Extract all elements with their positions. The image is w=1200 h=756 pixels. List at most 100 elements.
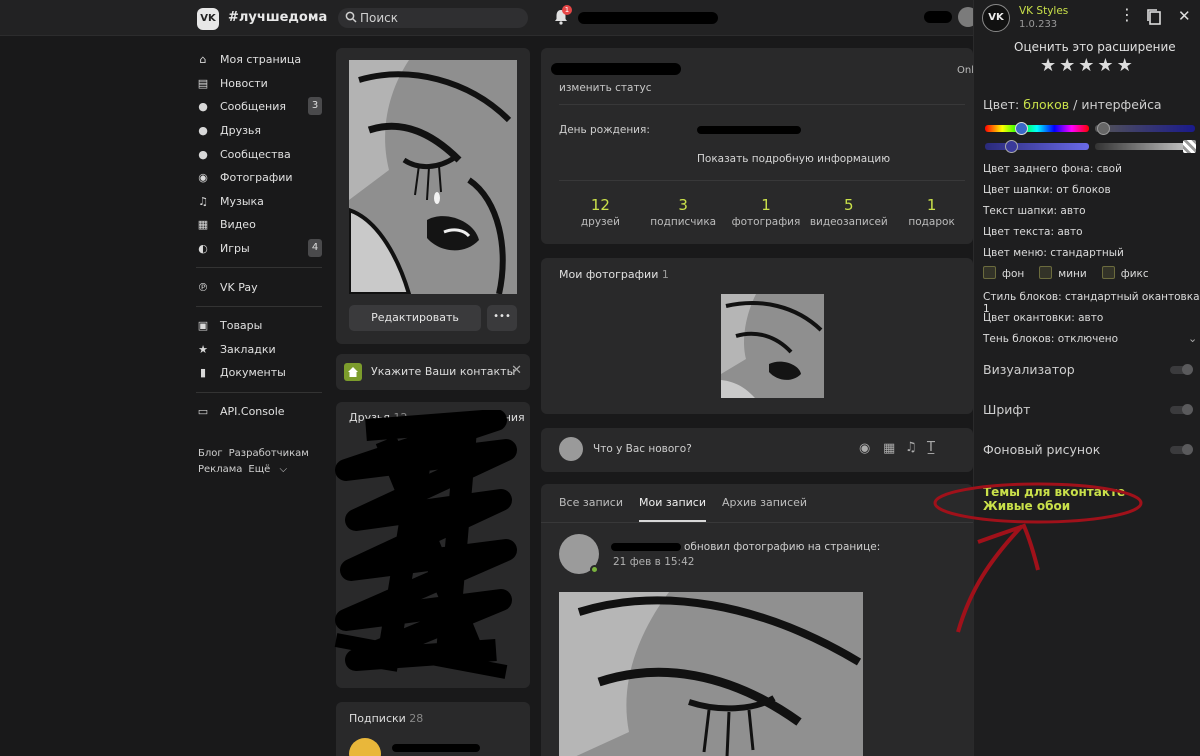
slider-handle[interactable] <box>1183 140 1196 153</box>
post-time[interactable]: 21 фев в 15:42 <box>613 556 694 568</box>
star-icon[interactable]: ★ <box>1117 55 1136 76</box>
option-checkbox[interactable]: фон <box>983 266 1024 280</box>
copy-icon[interactable] <box>1146 8 1162 26</box>
change-status-link[interactable]: изменить статус <box>559 82 652 94</box>
counter-label: видеозаписей <box>809 216 888 228</box>
music-icon[interactable]: ♫ <box>905 440 917 455</box>
footer-dev-link[interactable]: Разработчикам <box>229 448 309 459</box>
redacted-name-scribble <box>924 11 952 23</box>
saturation-slider[interactable] <box>985 140 1089 153</box>
footer-more-link[interactable]: Ещё ⌵ <box>248 464 287 475</box>
menu-item-camera[interactable]: ◉ Фотографии <box>196 166 326 190</box>
star-icon[interactable]: ★ <box>1040 55 1059 76</box>
friends-icon: ● <box>198 124 208 138</box>
video-icon[interactable]: ▦ <box>883 441 895 456</box>
menu-item-label: Игры <box>220 242 250 256</box>
setting-row[interactable]: Цвет текста: авто <box>983 226 1083 238</box>
notifications-button[interactable]: 1 <box>553 5 572 26</box>
shade-slider[interactable] <box>1095 122 1195 135</box>
article-icon[interactable]: T̲ <box>927 440 935 455</box>
wall-tabs: Все записи Мои записи Архив записей <box>559 484 959 522</box>
footer-ads-link[interactable]: Реклама <box>198 464 242 475</box>
profile-photo[interactable] <box>349 60 517 294</box>
counter-value: 1 <box>761 196 771 214</box>
section-toggle[interactable] <box>1170 404 1193 415</box>
search-input[interactable]: Поиск <box>338 8 528 28</box>
wall-tab[interactable]: Мои записи <box>639 484 706 522</box>
post-photo[interactable] <box>559 592 863 756</box>
contacts-hint-text[interactable]: Укажите Ваши контакты <box>371 365 515 378</box>
profile-photo-card: Редактировать ••• <box>336 48 530 344</box>
subscriptions-title[interactable]: Подписки 28 <box>349 712 423 725</box>
counter-item[interactable]: 1 подарок <box>890 196 973 228</box>
counter-value: 1 <box>926 196 937 214</box>
composer-input[interactable]: Что у Вас нового? <box>593 443 692 455</box>
setting-row[interactable]: Цвет окантовки: авто <box>983 312 1103 324</box>
my-photos-title[interactable]: Мои фотографии 1 <box>559 268 669 281</box>
counter-item[interactable]: 3 подписчика <box>642 196 725 228</box>
checkbox-box[interactable] <box>983 266 996 279</box>
camera-icon[interactable]: ◉ <box>859 441 870 456</box>
hue-slider[interactable] <box>985 122 1089 135</box>
vkpay-icon: ℗ <box>197 280 209 294</box>
menu-item-api[interactable]: ▭ API.Console <box>196 400 326 424</box>
chevron-down-icon[interactable]: ⌄ <box>1188 332 1197 345</box>
menu-item-friends[interactable]: ● Друзья <box>196 119 326 143</box>
star-icon[interactable]: ★ <box>1097 55 1116 76</box>
video-icon: ▦ <box>197 218 209 232</box>
show-details-link[interactable]: Показать подробную информацию <box>697 153 890 165</box>
slider-handle[interactable] <box>1097 122 1110 135</box>
counter-label: фотография <box>731 216 801 228</box>
setting-row[interactable]: Цвет шапки: от блоков <box>983 184 1111 196</box>
opacity-slider[interactable] <box>1095 140 1196 153</box>
photo-thumbnail[interactable] <box>721 294 824 398</box>
section-toggle[interactable] <box>1170 364 1193 375</box>
menu-item-home[interactable]: ⌂ Моя страница <box>196 48 326 72</box>
option-checkbox[interactable]: фикс <box>1101 266 1149 280</box>
section-toggle[interactable] <box>1170 444 1193 455</box>
menu-item-messages[interactable]: ● Сообщения 3 <box>196 95 326 119</box>
setting-row[interactable]: Текст шапки: авто <box>983 205 1086 217</box>
menu-item-music[interactable]: ♫ Музыка <box>196 190 326 214</box>
menu-item-video[interactable]: ▦ Видео <box>196 213 326 237</box>
section-title: Фоновый рисунок <box>983 442 1101 457</box>
slider-handle[interactable] <box>1005 140 1018 153</box>
slider-handle[interactable] <box>1015 122 1028 135</box>
wall-tab[interactable]: Архив записей <box>722 484 807 522</box>
wall-tab[interactable]: Все записи <box>559 484 623 522</box>
menu-item-communities[interactable]: ● Сообщества <box>196 142 326 166</box>
footer-blog-link[interactable]: Блог <box>198 448 223 459</box>
checkbox-box[interactable] <box>1101 266 1115 279</box>
counter-item[interactable]: 5 видеозаписей <box>807 196 890 228</box>
themes-link[interactable]: Темы для вконтакте <box>983 485 1125 499</box>
close-icon[interactable]: ✕ <box>1178 7 1191 25</box>
option-checkbox[interactable]: мини <box>1039 266 1087 280</box>
rating-stars[interactable]: ★★★★★ <box>1040 55 1136 76</box>
music-icon: ♫ <box>198 194 208 208</box>
color-mode-label[interactable]: Цвет: блоков / интерфейса <box>983 97 1162 112</box>
menu-divider <box>196 391 322 393</box>
menu-item-news[interactable]: ▤ Новости <box>196 72 326 96</box>
subscription-avatar[interactable] <box>349 738 381 756</box>
menu-item-bag[interactable]: ▣ Товары <box>196 314 326 338</box>
brand-hashtag[interactable]: #лучшедома <box>228 10 327 25</box>
edit-profile-button[interactable]: Редактировать <box>349 305 481 331</box>
more-actions-button[interactable]: ••• <box>487 305 517 331</box>
menu-divider <box>196 267 322 269</box>
kebab-menu-icon[interactable]: ⋮ <box>1119 7 1135 23</box>
star-icon[interactable]: ★ <box>1078 55 1097 76</box>
star-icon[interactable]: ★ <box>1059 55 1078 76</box>
menu-item-document[interactable]: ▮ Документы <box>196 361 326 385</box>
close-icon[interactable]: ✕ <box>511 363 522 378</box>
menu-item-vkpay[interactable]: ℗ VK Pay <box>196 275 326 299</box>
live-wallpapers-link[interactable]: Живые обои <box>983 499 1125 513</box>
counter-item[interactable]: 1 фотография <box>725 196 808 228</box>
checkbox-box[interactable] <box>1039 266 1053 279</box>
vk-logo[interactable]: VK <box>197 8 219 30</box>
menu-item-star[interactable]: ★ Закладки <box>196 338 326 362</box>
setting-row[interactable]: Цвет заднего фона: свой <box>983 163 1122 175</box>
menu-item-gamepad[interactable]: ◐ Игры 4 <box>196 237 326 261</box>
counter-item[interactable]: 12 друзей <box>559 196 642 228</box>
setting-row[interactable]: Тень блоков: отключено <box>983 333 1118 345</box>
setting-row[interactable]: Цвет меню: стандартный <box>983 247 1124 259</box>
